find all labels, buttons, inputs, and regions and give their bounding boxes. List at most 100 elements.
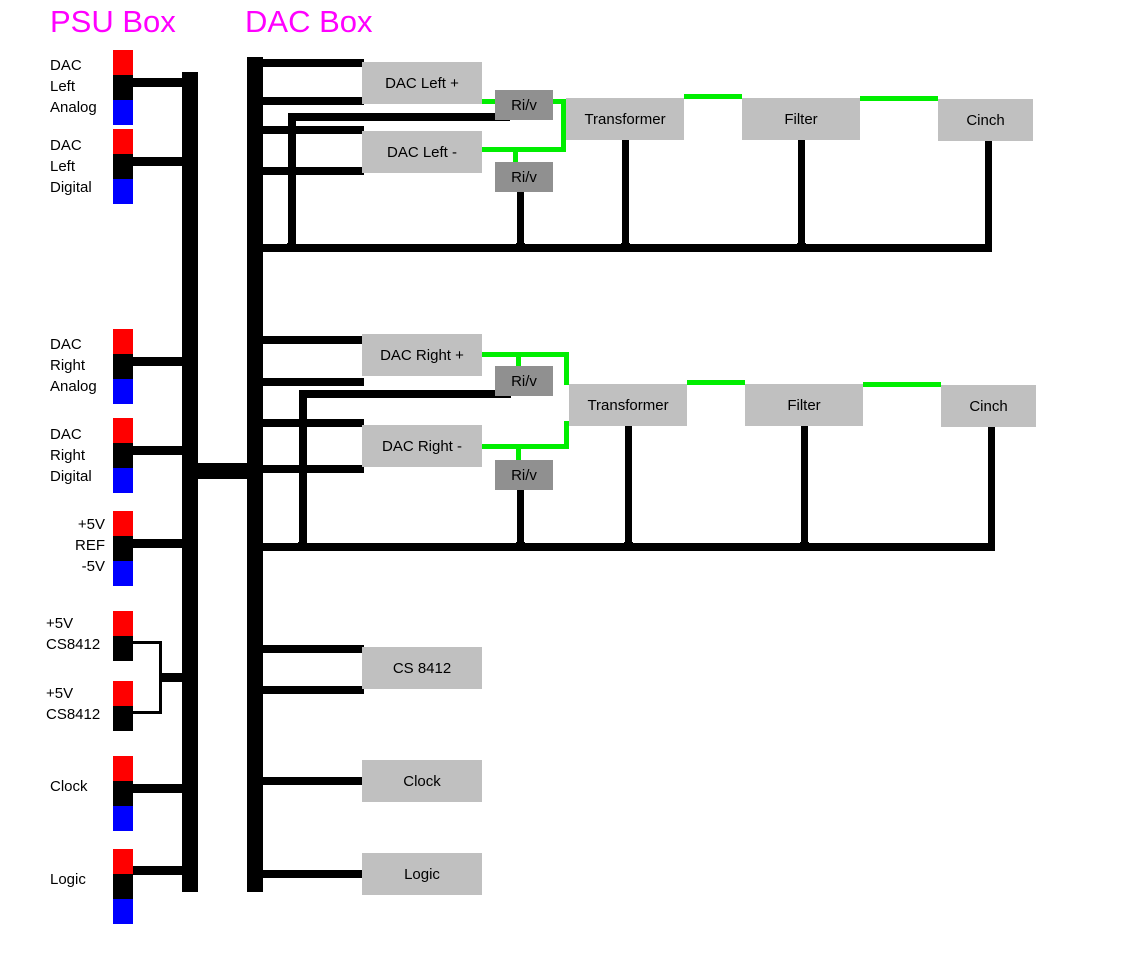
psu-connector-dac-left-analog[interactable] bbox=[113, 50, 133, 125]
feeder-dac-left-plus-top bbox=[259, 59, 364, 67]
psu-label-line: DAC bbox=[50, 426, 82, 443]
feeder-dac-right-minus-top bbox=[259, 419, 364, 427]
cs8412-bracket-feeder bbox=[159, 673, 189, 682]
block-label: Filter bbox=[787, 396, 821, 414]
signal-left-filter-to-cinch bbox=[860, 96, 938, 101]
block-riv-left-plus[interactable]: Ri/v bbox=[495, 90, 553, 120]
block-label: Transformer bbox=[584, 110, 666, 128]
block-logic[interactable]: Logic bbox=[362, 853, 482, 895]
block-filter-right[interactable]: Filter bbox=[745, 384, 863, 426]
psu-label-line: Analog bbox=[50, 99, 97, 116]
block-label: Ri/v bbox=[511, 466, 537, 484]
block-label: Transformer bbox=[587, 396, 669, 414]
rail-negative bbox=[113, 379, 133, 404]
block-label: Cinch bbox=[966, 111, 1005, 129]
diagram-canvas: PSU Box DAC Box DAC Left Analog DAC Left… bbox=[0, 0, 1121, 957]
rail-ground bbox=[113, 75, 133, 100]
ground-drop-left-riv bbox=[517, 192, 524, 248]
junction-dot bbox=[516, 542, 525, 551]
psu-label-line: +5V bbox=[77, 516, 105, 533]
psu-connector-logic-supply[interactable] bbox=[113, 849, 133, 924]
psu-label-line: DAC bbox=[50, 57, 82, 74]
block-dac-left-minus[interactable]: DAC Left - bbox=[362, 131, 482, 173]
block-label: Logic bbox=[404, 865, 440, 883]
feeder-dac-right-plus-top bbox=[259, 336, 364, 344]
psu-connector-ref-supply[interactable] bbox=[113, 511, 133, 586]
block-cs8412[interactable]: CS 8412 bbox=[362, 647, 482, 689]
block-riv-right-minus[interactable]: Ri/v bbox=[495, 460, 553, 490]
signal-right-transformer-to-filter bbox=[687, 380, 745, 385]
junction-dot bbox=[800, 542, 809, 551]
rail-negative bbox=[113, 561, 133, 586]
feeder-logic bbox=[259, 870, 364, 878]
cs8412-bracket-bottom bbox=[133, 711, 162, 714]
left-riv-return-vertical bbox=[288, 113, 296, 246]
psu-feeder-dac-right-digital bbox=[133, 446, 188, 455]
psu-label-line: Right bbox=[50, 447, 86, 464]
psu-label-dac-left-digital: DAC Left Digital bbox=[50, 135, 92, 198]
psu-label-line: Right bbox=[50, 357, 86, 374]
psu-label-line: REF bbox=[75, 537, 105, 554]
rail-positive bbox=[113, 418, 133, 443]
rail-ground bbox=[113, 781, 133, 806]
rail-ground bbox=[113, 536, 133, 561]
block-riv-right-plus[interactable]: Ri/v bbox=[495, 366, 553, 396]
block-dac-right-minus[interactable]: DAC Right - bbox=[362, 425, 482, 467]
psu-label-line: Left bbox=[50, 158, 76, 175]
block-cinch-left[interactable]: Cinch bbox=[938, 99, 1033, 141]
signal-right-plus-out bbox=[482, 352, 569, 357]
psu-label-line: DAC bbox=[50, 137, 82, 154]
block-label: DAC Left - bbox=[386, 143, 458, 161]
ground-drop-right-cinch bbox=[988, 427, 995, 547]
block-filter-left[interactable]: Filter bbox=[742, 98, 860, 140]
psu-connector-dac-right-digital[interactable] bbox=[113, 418, 133, 493]
feeder-dac-left-minus-bottom bbox=[259, 167, 364, 175]
rail-positive bbox=[113, 50, 133, 75]
rail-positive bbox=[113, 329, 133, 354]
junction-dot bbox=[298, 542, 307, 551]
psu-label-clock-supply: Clock bbox=[50, 776, 88, 797]
psu-label-ref-supply: +5V REF -5V bbox=[20, 514, 105, 577]
block-label: Ri/v bbox=[511, 168, 537, 186]
ground-drop-right-riv bbox=[517, 490, 524, 547]
left-riv-return-horizontal bbox=[288, 113, 510, 121]
psu-connector-clock-supply[interactable] bbox=[113, 756, 133, 831]
rail-positive bbox=[113, 611, 133, 636]
block-label: Cinch bbox=[969, 397, 1008, 415]
rail-positive bbox=[113, 756, 133, 781]
block-dac-left-plus[interactable]: DAC Left + bbox=[362, 62, 482, 104]
rail-negative bbox=[113, 100, 133, 125]
feeder-dac-right-plus-bottom bbox=[259, 378, 364, 386]
signal-left-transformer-to-filter bbox=[684, 94, 742, 99]
psu-label-line: Analog bbox=[50, 378, 97, 395]
rail-negative bbox=[113, 899, 133, 924]
psu-connector-dac-right-analog[interactable] bbox=[113, 329, 133, 404]
block-clock[interactable]: Clock bbox=[362, 760, 482, 802]
psu-connector-cs8412-supply-2[interactable] bbox=[113, 681, 133, 731]
psu-label-cs8412-supply-1: +5V CS8412 bbox=[46, 613, 100, 655]
rail-ground bbox=[113, 354, 133, 379]
rail-positive bbox=[113, 511, 133, 536]
feeder-cs8412-top bbox=[259, 645, 364, 653]
psu-feeder-logic-supply bbox=[133, 866, 188, 875]
dac-box-title: DAC Box bbox=[245, 4, 373, 39]
block-cinch-right[interactable]: Cinch bbox=[941, 385, 1036, 427]
signal-left-minus-to-riv bbox=[513, 147, 518, 162]
feeder-dac-left-plus-bottom bbox=[259, 97, 364, 105]
block-transformer-right[interactable]: Transformer bbox=[569, 384, 687, 426]
signal-left-minus-out bbox=[482, 147, 566, 152]
ground-drop-left-filter bbox=[798, 140, 805, 248]
psu-feeder-dac-left-digital bbox=[133, 157, 188, 166]
psu-label-line: CS8412 bbox=[46, 706, 101, 723]
psu-connector-cs8412-supply-1[interactable] bbox=[113, 611, 133, 661]
psu-feeder-dac-left-analog bbox=[133, 78, 188, 87]
psu-connector-dac-left-digital[interactable] bbox=[113, 129, 133, 204]
block-transformer-left[interactable]: Transformer bbox=[566, 98, 684, 140]
block-label: DAC Right + bbox=[380, 346, 464, 364]
block-dac-right-plus[interactable]: DAC Right + bbox=[362, 334, 482, 376]
signal-right-minus-to-riv bbox=[516, 444, 521, 460]
block-riv-left-minus[interactable]: Ri/v bbox=[495, 162, 553, 192]
feeder-cs8412-bottom bbox=[259, 686, 364, 694]
rail-negative bbox=[113, 179, 133, 204]
rail-negative bbox=[113, 806, 133, 831]
